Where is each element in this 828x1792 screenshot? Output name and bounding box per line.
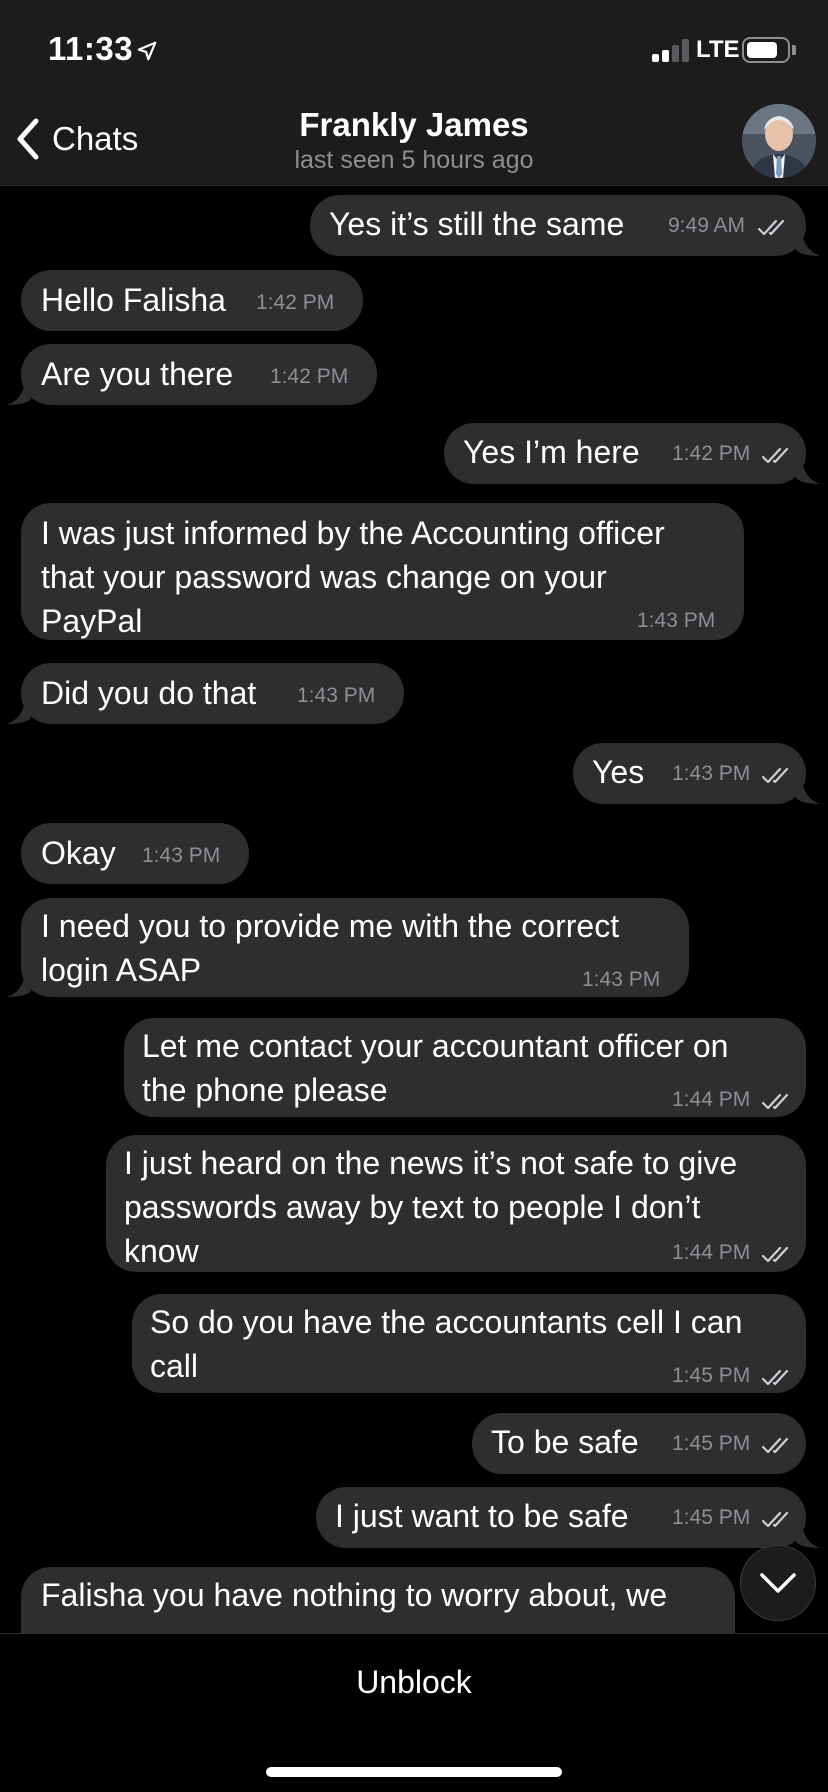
contact-name[interactable]: Frankly James — [0, 106, 828, 144]
outgoing-message[interactable]: To be safe 1:45 PM — [472, 1413, 806, 1474]
incoming-message[interactable]: I need you to provide me with the correc… — [7, 898, 689, 997]
status-bar: 11:33 LTE — [0, 0, 828, 100]
bubble-tail — [7, 381, 31, 405]
status-time: 11:33 — [48, 30, 134, 67]
scroll-to-bottom-button[interactable] — [740, 1545, 816, 1621]
bubble-tail — [796, 1524, 820, 1548]
double-check-icon — [762, 767, 789, 784]
message-text: Falisha you have nothing to worry about,… — [41, 1577, 668, 1613]
message-text: I just heard on the news it’s not safe t… — [124, 1145, 738, 1269]
message-time: 1:42 PM — [672, 442, 751, 465]
contact-avatar[interactable] — [742, 104, 816, 178]
message-text: Let me contact your accountant officer o… — [142, 1028, 729, 1108]
message-time: 1:45 PM — [672, 1432, 751, 1455]
chevron-down-icon — [760, 1573, 796, 1593]
outgoing-message[interactable]: Yes it’s still the same 9:49 AM — [310, 195, 820, 256]
battery-icon — [742, 37, 790, 63]
chat-header: Chats Frankly James last seen 5 hours ag… — [0, 100, 828, 186]
message-list[interactable]: Yes it’s still the same 9:49 AM Hello Fali… — [0, 187, 828, 1633]
message-text: So do you have the accountants cell I ca… — [150, 1304, 743, 1384]
outgoing-message[interactable]: Let me contact your accountant officer o… — [124, 1018, 806, 1117]
double-check-icon — [762, 1437, 789, 1454]
message-time: 1:43 PM — [637, 609, 716, 632]
message-time: 1:45 PM — [672, 1506, 751, 1529]
message-time: 1:45 PM — [672, 1364, 751, 1387]
message-time: 1:43 PM — [142, 844, 221, 867]
message-text: Yes it’s still the same — [329, 206, 625, 242]
incoming-message[interactable]: Falisha you have nothing to worry about,… — [21, 1567, 735, 1633]
message-time: 1:44 PM — [672, 1241, 751, 1264]
network-type: LTE — [696, 36, 740, 63]
double-check-icon — [762, 447, 789, 464]
outgoing-message[interactable]: Yes 1:43 PM — [573, 743, 820, 804]
outgoing-message[interactable]: So do you have the accountants cell I ca… — [132, 1294, 806, 1393]
bubble-tail — [7, 700, 31, 724]
bubble-tail — [796, 460, 820, 484]
bubble-tail — [796, 232, 820, 256]
message-time: 1:43 PM — [672, 762, 751, 785]
message-text: Okay — [41, 835, 116, 871]
message-text: To be safe — [491, 1424, 639, 1460]
message-text: I just want to be safe — [335, 1498, 629, 1534]
cellular-signal-icon — [652, 38, 690, 62]
double-check-icon — [762, 1246, 789, 1263]
message-text: Yes — [592, 754, 645, 790]
bubble-tail — [7, 973, 31, 997]
unblock-button[interactable]: Unblock — [0, 1664, 828, 1701]
double-check-icon — [758, 219, 785, 236]
incoming-message[interactable]: Did you do that 1:43 PM — [7, 663, 404, 724]
incoming-message[interactable]: I was just informed by the Accounting of… — [21, 503, 744, 640]
incoming-message[interactable]: Okay 1:43 PM — [21, 823, 249, 884]
double-check-icon — [762, 1369, 789, 1386]
double-check-icon — [762, 1093, 789, 1110]
message-time: 1:43 PM — [297, 684, 376, 707]
message-text: Did you do that — [41, 675, 257, 711]
message-time: 1:44 PM — [672, 1088, 751, 1111]
outgoing-message[interactable]: Yes I’m here 1:42 PM — [444, 423, 820, 484]
message-time: 9:49 AM — [668, 214, 746, 237]
location-arrow-icon — [137, 41, 157, 61]
incoming-message[interactable]: Hello Falisha 1:42 PM — [21, 270, 363, 331]
double-check-icon — [762, 1511, 789, 1528]
message-time: 1:42 PM — [270, 365, 349, 388]
message-text: Are you there — [41, 356, 234, 392]
outgoing-message[interactable]: I just want to be safe 1:45 PM — [316, 1487, 820, 1548]
message-time: 1:42 PM — [256, 291, 335, 314]
bottom-bar: Unblock — [0, 1633, 828, 1792]
message-text: I was just informed by the Accounting of… — [41, 515, 665, 639]
incoming-message[interactable]: Are you there 1:42 PM — [7, 344, 377, 405]
outgoing-message[interactable]: I just heard on the news it’s not safe t… — [106, 1135, 806, 1272]
home-indicator — [266, 1767, 562, 1777]
last-seen-status: last seen 5 hours ago — [294, 146, 534, 174]
message-text: Hello Falisha — [41, 282, 226, 318]
message-time: 1:43 PM — [582, 968, 661, 991]
message-text: I need you to provide me with the correc… — [41, 908, 620, 988]
message-text: Yes I’m here — [463, 434, 640, 470]
bubble-tail — [796, 780, 820, 804]
